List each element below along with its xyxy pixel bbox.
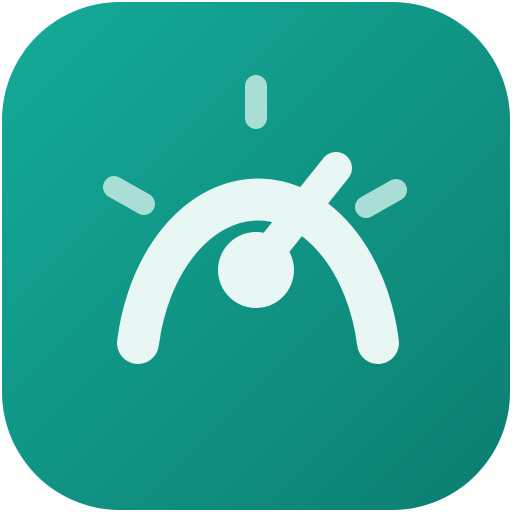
app-icon[interactable] <box>0 0 512 512</box>
gauge-needle-hub <box>218 232 294 308</box>
canvas <box>0 0 512 512</box>
speedometer-gauge-icon <box>2 2 510 510</box>
gauge-tick-left <box>103 176 155 215</box>
gauge-tick-right <box>355 179 407 218</box>
